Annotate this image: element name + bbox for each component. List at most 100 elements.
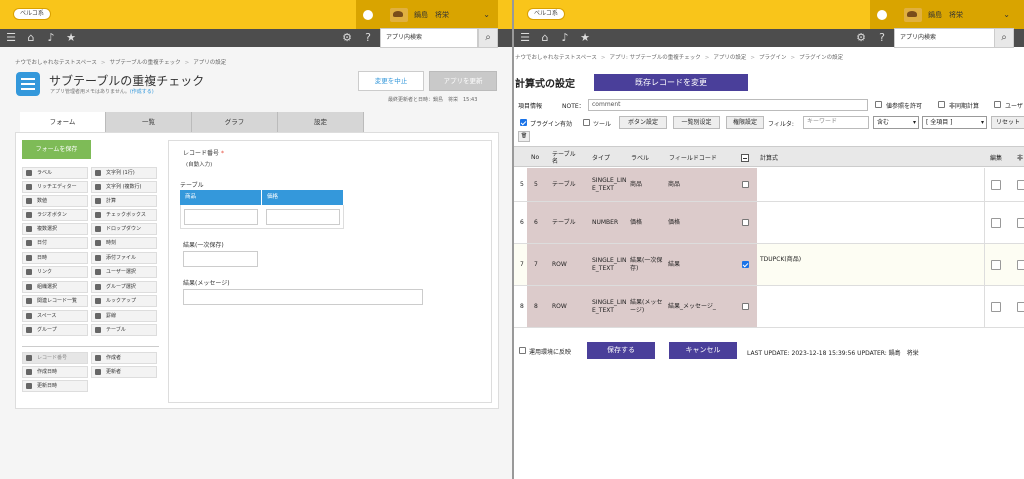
menu-icon[interactable]: ☰ [4,31,18,45]
gear-icon[interactable]: ⚙ [340,31,354,45]
cancel-changes-button[interactable]: 変更を中止 [358,71,424,91]
palette-item[interactable]: 文字列 (複数行) [91,181,157,193]
menu-icon[interactable]: ☰ [518,31,532,45]
palette-item[interactable]: ラジオボタン [22,209,88,221]
search-input[interactable]: アプリ内検索 [380,28,478,48]
help-icon[interactable]: ? [361,31,375,45]
button-settings-button[interactable]: ボタン設定 [619,116,667,129]
result-message-input[interactable] [183,289,423,305]
gear-icon[interactable]: ⚙ [854,31,868,45]
breadcrumb-plugin[interactable]: プラグイン [759,55,787,61]
palette-system-item[interactable]: 更新日時 [22,380,88,392]
palette-item[interactable]: 複数選択 [22,223,88,235]
list-settings-button[interactable]: 一覧别设定 [673,116,720,129]
tab-settings[interactable]: 設定 [278,112,364,132]
price-input[interactable] [266,209,340,225]
star-icon[interactable]: ★ [64,31,78,45]
palette-item[interactable]: 関連レコード一覧 [22,295,88,307]
palette-item[interactable]: リッチエディター [22,181,88,193]
star-icon[interactable]: ★ [578,31,592,45]
palette-item[interactable]: ラベル [22,167,88,179]
bell-icon[interactable]: ♪ [44,31,58,45]
plugin-enabled-checkbox[interactable] [520,119,527,126]
apply-env-checkbox[interactable] [519,347,526,354]
allow-value-ref-checkbox[interactable] [875,101,882,108]
palette-item[interactable]: グループ [22,324,88,336]
palette-item[interactable]: 日時 [22,252,88,264]
cancel-button[interactable]: キャンセル [669,342,737,359]
row-checkbox[interactable] [742,219,749,226]
tab-list[interactable]: 一覧 [106,112,192,132]
palette-item[interactable]: 文字列 (1行) [91,167,157,179]
product-input[interactable] [184,209,258,225]
edit-button[interactable] [991,218,1001,228]
palette-system-item[interactable]: 更新者 [91,366,157,378]
palette-item[interactable]: テーブル [91,324,157,336]
edit-button[interactable] [991,260,1001,270]
update-existing-records-button[interactable]: 既存レコードを変更 [594,74,748,91]
async-calc-checkbox[interactable] [938,101,945,108]
match-select[interactable]: 含む [873,116,919,129]
other-button[interactable] [1017,302,1024,312]
palette-system-item[interactable]: 作成者 [91,352,157,364]
help-icon[interactable]: ? [875,31,889,45]
palette-item[interactable]: グループ選択 [91,281,157,293]
tab-graph[interactable]: グラフ [192,112,278,132]
search-icon[interactable]: ⌕ [478,28,498,48]
palette-item[interactable]: リンク [22,266,88,278]
search-icon[interactable]: ⌕ [994,28,1014,48]
cell-formula[interactable]: TDUPCK(商品) [760,244,970,285]
breadcrumb-app[interactable]: サブテーブルの重複チェック [109,60,180,66]
save-form-button[interactable]: フォームを保存 [22,140,91,159]
other-button[interactable] [1017,260,1024,270]
kintone-logo[interactable]: ベルコ系 [527,8,565,20]
breadcrumb-space[interactable]: ナウでおしゃれなテストスペース [15,60,97,66]
save-button[interactable]: 保存する [587,342,655,359]
cell-formula[interactable] [760,168,970,201]
palette-item[interactable]: ルックアップ [91,295,157,307]
palette-item[interactable]: 数値 [22,195,88,207]
other-button[interactable] [1017,218,1024,228]
palette-item[interactable]: 時刻 [91,237,157,249]
palette-item[interactable]: 罫線 [91,310,157,322]
palette-item[interactable]: ユーザー選択 [91,266,157,278]
row-checkbox[interactable] [742,303,749,310]
breadcrumb-space[interactable]: ナウでおしゃれなテストスペース [515,55,597,61]
result-temp-input[interactable] [183,251,258,267]
edit-button[interactable] [991,302,1001,312]
search-input[interactable]: アプリ内検索 [894,28,995,48]
create-memo-link[interactable]: (作成する) [130,89,154,95]
trash-icon[interactable]: 🗑 [518,131,530,142]
field-scope-select[interactable]: [ 全項目 ] [922,116,987,129]
note-input[interactable]: comment [588,99,868,111]
portal-icon[interactable] [356,0,380,29]
palette-system-item[interactable]: 作成日時 [22,366,88,378]
breadcrumb-app[interactable]: アプリ: サブテーブルの重複チェック [609,55,700,61]
tool-checkbox[interactable] [583,119,590,126]
home-icon[interactable]: ⌂ [538,31,552,45]
palette-item[interactable]: スペース [22,310,88,322]
row-checkbox[interactable] [742,261,749,268]
palette-item[interactable]: 計算 [91,195,157,207]
palette-item[interactable]: 組織選択 [22,281,88,293]
reset-button[interactable]: リセット [991,116,1024,129]
user-menu[interactable]: 鍋島 将栄 ⌄ [894,0,1024,29]
other-button[interactable] [1017,180,1024,190]
cell-formula[interactable] [760,202,970,243]
bell-icon[interactable]: ♪ [558,31,572,45]
user-menu[interactable]: 鍋島 将栄 ⌄ [380,0,498,29]
user-checkbox[interactable] [994,101,1001,108]
tab-form[interactable]: フォーム [20,112,106,132]
breadcrumb-settings[interactable]: アプリの設定 [713,55,746,61]
home-icon[interactable]: ⌂ [24,31,38,45]
select-all-checkbox[interactable] [741,153,749,162]
portal-icon[interactable] [870,0,894,29]
palette-item[interactable]: ドロップダウン [91,223,157,235]
kintone-logo[interactable]: ベルコ系 [13,8,51,20]
palette-system-item[interactable]: レコード番号 [22,352,88,364]
keyword-input[interactable]: キーワード [803,116,869,129]
palette-item[interactable]: 日付 [22,237,88,249]
row-checkbox[interactable] [742,181,749,188]
palette-item[interactable]: チェックボックス [91,209,157,221]
permission-settings-button[interactable]: 権限設定 [726,116,764,129]
